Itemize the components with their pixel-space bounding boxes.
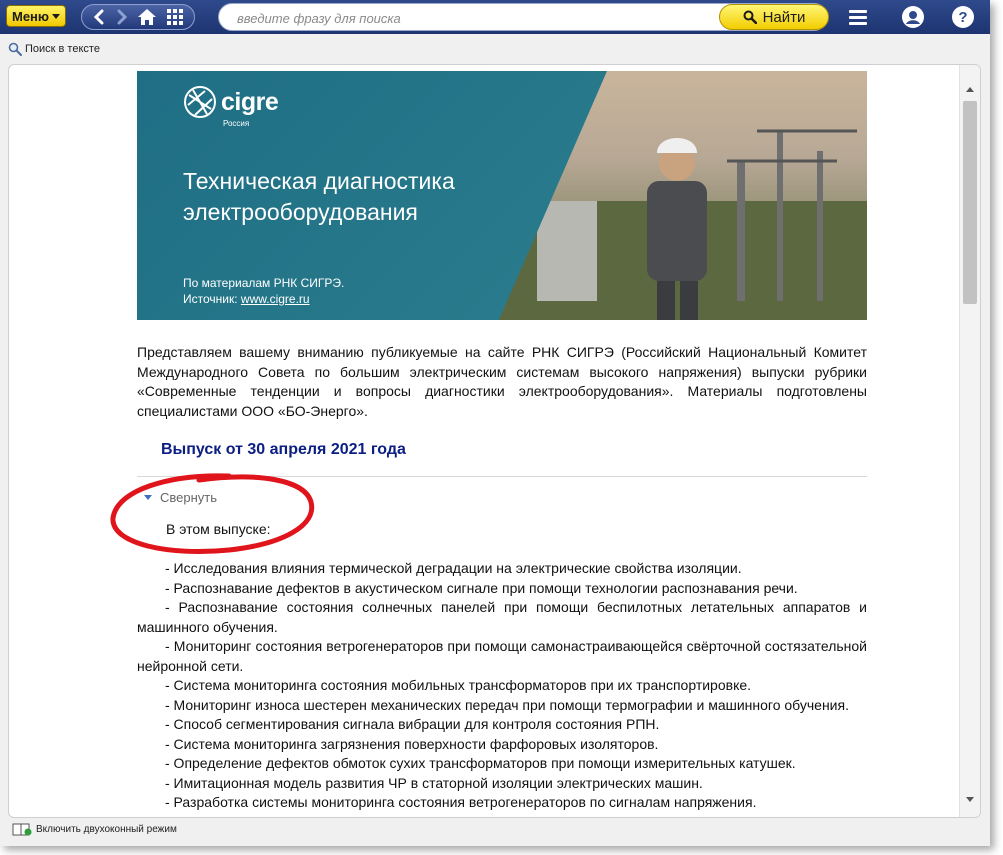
- cigre-logo: cigre Россия: [183, 85, 279, 128]
- search-icon: [743, 10, 757, 24]
- issue-topics-list: - Исследования влияния термической дегра…: [137, 559, 867, 813]
- dual-window-icon: [12, 823, 32, 836]
- list-item: - Распознавание состояния солнечных пане…: [137, 599, 867, 635]
- banner-source-prefix: Источник:: [183, 292, 241, 306]
- dual-window-label: Включить двухоконный режим: [36, 824, 177, 835]
- hamburger-icon[interactable]: [845, 4, 871, 30]
- document-panel: cigre Россия Техническая диагностика эле…: [8, 64, 981, 818]
- find-label: Найти: [762, 8, 806, 26]
- chevron-down-icon: [52, 13, 60, 19]
- article-banner: cigre Россия Техническая диагностика эле…: [137, 71, 867, 320]
- red-annotation-ellipse: [110, 473, 315, 555]
- text-search-label: Поиск в тексте: [25, 43, 100, 55]
- globe-logo-icon: [184, 86, 216, 118]
- text-search-button[interactable]: Поиск в тексте: [8, 42, 100, 56]
- back-icon[interactable]: [92, 9, 106, 25]
- magnifier-icon: [8, 42, 22, 56]
- logo-subtitle: Россия: [223, 119, 250, 128]
- help-icon[interactable]: ?: [950, 4, 976, 30]
- cigre-link[interactable]: www.cigre.ru: [241, 292, 310, 306]
- scroll-up-icon[interactable]: [966, 87, 974, 92]
- banner-title: Техническая диагностика электрооборудова…: [183, 166, 583, 228]
- banner-title-line1: Техническая диагностика: [183, 168, 455, 194]
- forward-icon[interactable]: [115, 9, 129, 25]
- find-button[interactable]: Найти: [719, 4, 829, 30]
- app-window: Меню Найти: [0, 0, 990, 846]
- document-content: cigre Россия Техническая диагностика эле…: [9, 65, 959, 817]
- list-item: - Мониторинг состояния ветрогенераторов …: [137, 638, 867, 674]
- grid-icon[interactable]: [166, 8, 184, 26]
- banner-source-note: По материалам РНК СИГРЭ.: [183, 276, 345, 290]
- scroll-down-icon[interactable]: [966, 797, 974, 802]
- list-item: - Разработка системы мониторинга состоян…: [165, 794, 757, 810]
- list-item: - Мониторинг износа шестерен механически…: [165, 696, 849, 713]
- menu-button[interactable]: Меню: [6, 5, 66, 27]
- list-item: - Определение дефектов обмоток сухих тра…: [165, 755, 796, 771]
- dual-window-button[interactable]: Включить двухоконный режим: [12, 823, 177, 836]
- list-item: - Система мониторинга загрязнения поверх…: [165, 735, 659, 752]
- list-item: - Имитационная модель развития ЧР в стат…: [165, 774, 703, 791]
- top-toolbar: Меню Найти: [0, 0, 990, 34]
- search-input[interactable]: [235, 7, 719, 29]
- logo-word: cigre: [221, 87, 279, 116]
- navigation-group: [81, 4, 195, 30]
- banner-source: Источник: www.cigre.ru: [183, 292, 310, 306]
- scrollbar-thumb[interactable]: [963, 101, 977, 304]
- list-item: - Распознавание дефектов в акустическом …: [165, 579, 798, 596]
- banner-title-line2: электрооборудования: [183, 199, 418, 225]
- home-icon[interactable]: [137, 8, 157, 26]
- issue-heading: Выпуск от 30 апреля 2021 года: [161, 441, 406, 458]
- menu-label: Меню: [11, 8, 49, 24]
- secondary-toolbar: Поиск в тексте: [0, 38, 990, 62]
- user-icon[interactable]: [900, 4, 926, 30]
- list-item: - Способ сегментирования сигнала вибраци…: [165, 716, 660, 732]
- intro-paragraph: Представляем вашему вниманию публикуемые…: [137, 344, 867, 419]
- list-item: - Система мониторинга состояния мобильны…: [165, 677, 752, 693]
- bottom-bar: Включить двухоконный режим: [0, 820, 990, 840]
- svg-text:?: ?: [958, 9, 967, 26]
- list-item: - Исследования влияния термической дегра…: [165, 560, 742, 576]
- vertical-scrollbar[interactable]: [959, 65, 980, 817]
